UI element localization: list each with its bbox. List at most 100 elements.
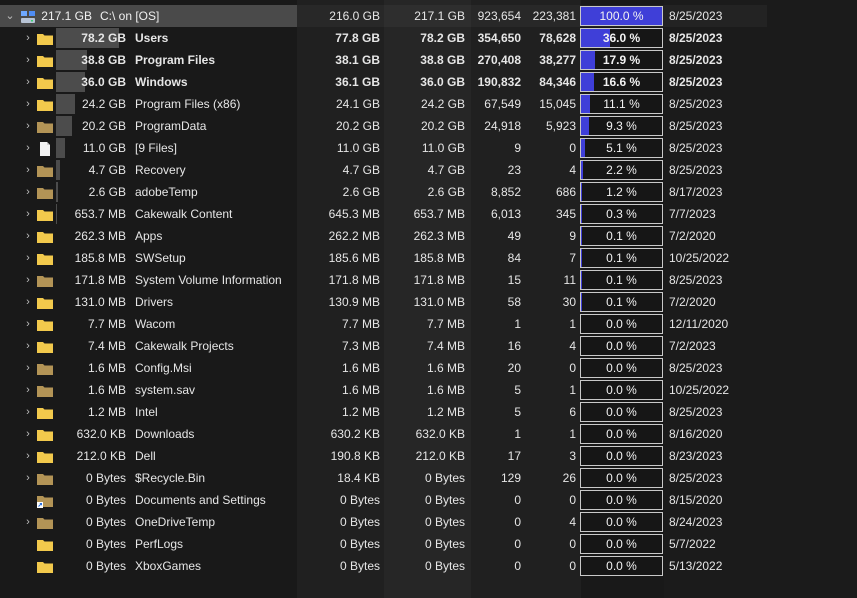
item-date: 8/25/2023: [669, 273, 723, 287]
tree-row[interactable]: 0 Bytes PerfLogs 0 Bytes 0 Bytes 0 0 0.0 % 5/7/…: [0, 533, 857, 555]
item-files-col: 354,650: [477, 31, 521, 45]
tree-row[interactable]: › 632.0 KB Downloads 630.2 KB 632.0 KB 1 1 0.0 …: [0, 423, 857, 445]
chevron-right-icon[interactable]: ›: [22, 137, 34, 159]
item-size: 0 Bytes: [85, 493, 126, 507]
tree-row[interactable]: › 0 Bytes OneDriveTemp 0 Bytes 0 Bytes 0 4 0.0 …: [0, 511, 857, 533]
tree-row[interactable]: › 2.6 GB adobeTemp 2.6 GB 2.6 GB 8,852 686 1.2 …: [0, 181, 857, 203]
tree-row[interactable]: › 7.4 MB Cakewalk Projects 7.3 MB 7.4 MB 16 4 0…: [0, 335, 857, 357]
chevron-right-icon[interactable]: ›: [22, 269, 34, 291]
item-name: Recovery: [135, 163, 186, 177]
chevron-right-icon[interactable]: ›: [22, 313, 34, 335]
item-folders-col: 26: [562, 471, 576, 485]
percent-text: 0.0 %: [606, 339, 637, 353]
percent-fill: [581, 139, 586, 157]
item-allocated-col: 185.8 MB: [413, 251, 465, 265]
item-files-col: 8,852: [490, 185, 521, 199]
tree-row[interactable]: 0 Bytes XboxGames 0 Bytes 0 Bytes 0 0 0.0 % 5/1…: [0, 555, 857, 577]
item-size: 212.0 KB: [76, 449, 126, 463]
folder-icon: [37, 405, 53, 419]
percent-fill: [581, 73, 595, 91]
tree-row[interactable]: › 20.2 GB ProgramData 20.2 GB 20.2 GB 24,918 5…: [0, 115, 857, 137]
tree-row[interactable]: › 262.3 MB Apps 262.2 MB 262.3 MB 49 9 0.1 % 7/2…: [0, 225, 857, 247]
item-folders-col: 7: [569, 251, 576, 265]
item-size-col: 1.6 MB: [341, 383, 380, 397]
chevron-right-icon[interactable]: ›: [22, 379, 34, 401]
percent-text: 11.1 %: [603, 97, 640, 111]
tree-row[interactable]: › 212.0 KB Dell 190.8 KB 212.0 KB 17 3 0.0 % 8/2…: [0, 445, 857, 467]
item-folders-col: 1: [569, 317, 576, 331]
tree-row[interactable]: › 171.8 MB System Volume Information 171.8 …: [0, 269, 857, 291]
item-files-col: 1: [514, 317, 521, 331]
chevron-right-icon[interactable]: ›: [22, 247, 34, 269]
percent-fill: [581, 95, 590, 113]
item-date: 8/15/2020: [669, 493, 723, 507]
item-size-col: 18.4 KB: [337, 471, 380, 485]
chevron-right-icon[interactable]: ›: [22, 467, 34, 489]
item-size: 171.8 MB: [74, 273, 126, 287]
tree-row[interactable]: › 7.7 MB Wacom 7.7 MB 7.7 MB 1 1 0.0 % 12/11/202…: [0, 313, 857, 335]
item-size: 0 Bytes: [85, 515, 126, 529]
chevron-right-icon[interactable]: ›: [22, 71, 34, 93]
item-size: 0 Bytes: [85, 559, 126, 573]
item-allocated-col: 78.2 GB: [420, 31, 465, 45]
tree-row[interactable]: › 653.7 MB Cakewalk Content 645.3 MB 653.7 M…: [0, 203, 857, 225]
percent-bar: 0.0 %: [580, 556, 663, 576]
chevron-right-icon[interactable]: ›: [22, 445, 34, 467]
item-size-col: 0 Bytes: [339, 537, 380, 551]
percent-text: 2.2 %: [606, 163, 637, 177]
percent-bar: 0.1 %: [580, 248, 663, 268]
item-date: 7/2/2020: [669, 295, 716, 309]
percent-bar: 0.0 %: [580, 490, 663, 510]
item-allocated-col: 1.2 MB: [426, 405, 465, 419]
chevron-right-icon[interactable]: ›: [22, 357, 34, 379]
tree-row[interactable]: › 78.2 GB Users 77.8 GB 78.2 GB 354,650 78,628…: [0, 27, 857, 49]
tree-row[interactable]: › 11.0 GB [9 Files] 11.0 GB 11.0 GB 9 0 5.1 % 8/…: [0, 137, 857, 159]
folder-icon: [37, 53, 53, 67]
item-date: 12/11/2020: [669, 317, 729, 331]
item-folders-col: 11: [563, 273, 576, 287]
item-folders-col: 4: [569, 515, 576, 529]
item-size: 653.7 MB: [74, 207, 126, 221]
chevron-right-icon[interactable]: ›: [22, 335, 34, 357]
percent-fill: [581, 51, 596, 69]
tree-row[interactable]: › 1.6 MB system.sav 1.6 MB 1.6 MB 5 1 0.0 % 10/2…: [0, 379, 857, 401]
tree-root-row[interactable]: ⌄ 217.1 GB C:\ on [OS] 216.0 GB 217.1 GB…: [0, 5, 857, 27]
folder-icon: [37, 31, 53, 45]
percent-text: 36.0 %: [602, 31, 641, 45]
item-name: Windows: [135, 75, 188, 89]
tree-row[interactable]: › 1.6 MB Config.Msi 1.6 MB 1.6 MB 20 0 0.0 % 8/2…: [0, 357, 857, 379]
tree-row[interactable]: › 4.7 GB Recovery 4.7 GB 4.7 GB 23 4 2.2 % 8/25/…: [0, 159, 857, 181]
tree-row[interactable]: › 38.8 GB Program Files 38.1 GB 38.8 GB 270,4…: [0, 49, 857, 71]
folder-icon: [37, 229, 53, 243]
item-name: ProgramData: [135, 119, 207, 133]
tree-row[interactable]: › 0 Bytes $Recycle.Bin 18.4 KB 0 Bytes 129 26 0…: [0, 467, 857, 489]
chevron-right-icon[interactable]: ›: [22, 401, 34, 423]
tree-row[interactable]: › 131.0 MB Drivers 130.9 MB 131.0 MB 58 30 0.1 …: [0, 291, 857, 313]
item-allocated-col: 1.6 MB: [426, 383, 465, 397]
chevron-right-icon[interactable]: ›: [22, 49, 34, 71]
tree-row[interactable]: › 24.2 GB Program Files (x86) 24.1 GB 24.2 G…: [0, 93, 857, 115]
folder-icon: [37, 207, 53, 221]
chevron-right-icon[interactable]: ›: [22, 93, 34, 115]
chevron-right-icon[interactable]: ›: [22, 27, 34, 49]
folder-icon: [37, 251, 53, 265]
chevron-down-icon[interactable]: ⌄: [4, 5, 16, 27]
tree-row[interactable]: › 1.2 MB Intel 1.2 MB 1.2 MB 5 6 0.0 % 8/25/2023: [0, 401, 857, 423]
tree-row[interactable]: › 36.0 GB Windows 36.1 GB 36.0 GB 190,832 84,3…: [0, 71, 857, 93]
item-folders-col: 0: [569, 559, 576, 573]
item-size: 7.4 MB: [87, 339, 126, 353]
percent-fill: [581, 183, 582, 201]
item-size: 0 Bytes: [85, 471, 126, 485]
tree-row[interactable]: 0 Bytes Documents and Settings 0 Bytes 0 By…: [0, 489, 857, 511]
item-files-col: 0: [514, 559, 521, 573]
chevron-right-icon[interactable]: ›: [22, 225, 34, 247]
chevron-right-icon[interactable]: ›: [22, 291, 34, 313]
chevron-right-icon[interactable]: ›: [22, 181, 34, 203]
chevron-right-icon[interactable]: ›: [22, 511, 34, 533]
item-folders-col: 1: [569, 383, 576, 397]
tree-row[interactable]: › 185.8 MB SWSetup 185.6 MB 185.8 MB 84 7 0.1 %…: [0, 247, 857, 269]
chevron-right-icon[interactable]: ›: [22, 115, 34, 137]
chevron-right-icon[interactable]: ›: [22, 159, 34, 181]
chevron-right-icon[interactable]: ›: [22, 203, 34, 225]
chevron-right-icon[interactable]: ›: [22, 423, 34, 445]
